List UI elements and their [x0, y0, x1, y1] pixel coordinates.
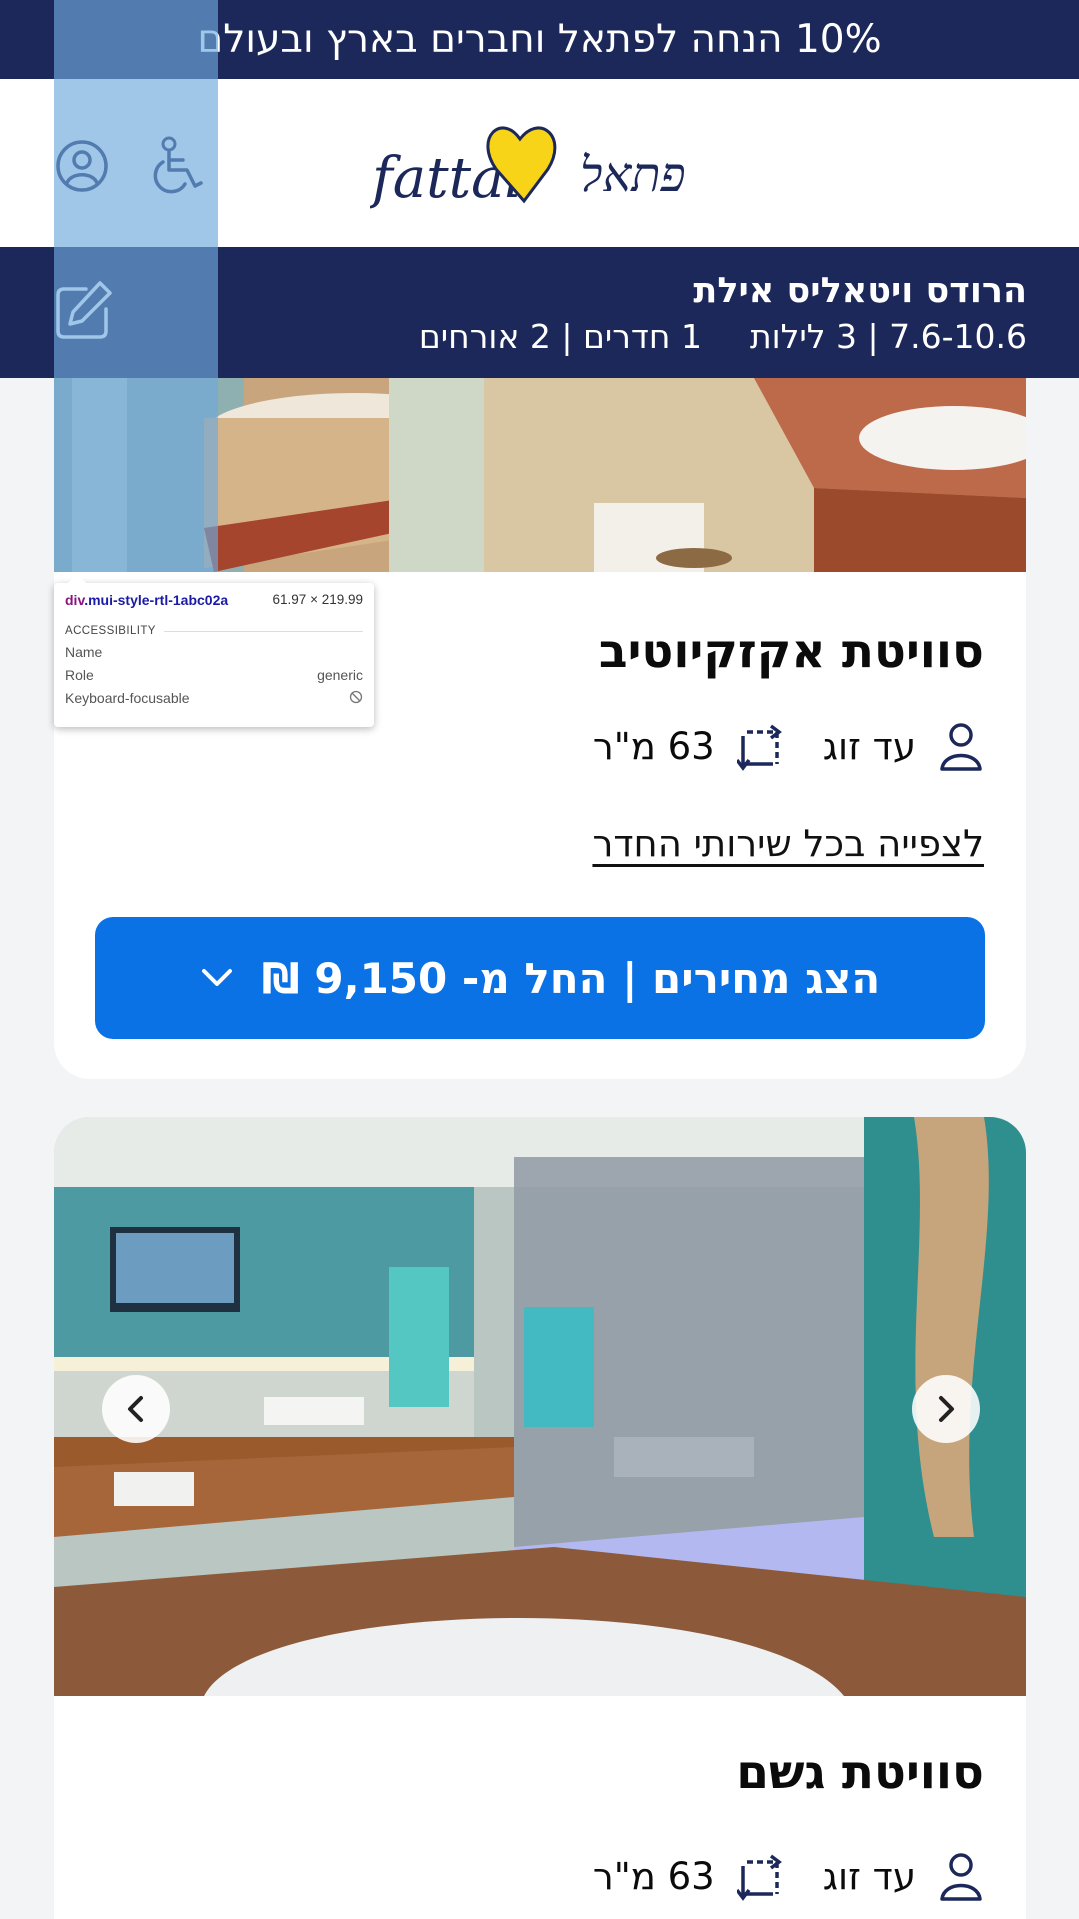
room-services-link[interactable]: לצפייה בכל שירותי החדר: [592, 822, 984, 865]
rooms-guests: 1 חדרים | 2 אורחים: [418, 317, 702, 356]
tooltip-header: div.mui-style-rtl-1abc02a 61.97 × 219.99: [65, 592, 363, 608]
not-focusable-icon: [349, 690, 363, 704]
chevron-down-icon: [201, 969, 232, 986]
accessibility-section-header: ACCESSIBILITY: [65, 625, 363, 637]
carousel-prev-button[interactable]: [102, 1375, 170, 1443]
price-button-label: הצג מחירים | החל מ- 9,150 ₪: [261, 953, 881, 1003]
occupancy-text: עד זוג: [822, 1854, 916, 1898]
room-title: סוויטת אקזקיוטיב: [598, 624, 984, 679]
room-image-rain-suite[interactable]: [54, 1117, 1026, 1696]
occupancy-icon: [940, 723, 982, 771]
room-size-icon: [736, 1854, 782, 1901]
show-prices-button[interactable]: הצג מחירים | החל מ- 9,150 ₪: [95, 917, 985, 1039]
dates-nights: 7.6-10.6 | 3 לילות: [749, 317, 1027, 356]
rain-suite-photo: [54, 1117, 1026, 1696]
room-size-text: 63 מ"ר: [592, 724, 715, 768]
room-size-text: 63 מ"ר: [592, 1854, 715, 1898]
occupancy-icon: [940, 1853, 982, 1901]
promo-text: 10% הנחה לפתאל וחברים בארץ ובעולם: [197, 17, 882, 62]
room-title: סוויטת גשם: [736, 1745, 984, 1800]
search-details: 7.6-10.6 | 3 לילות 1 חדרים | 2 אורחים: [419, 317, 1027, 356]
hotel-name: הרודס ויטאליס אילת: [693, 271, 1027, 311]
devtools-highlight-overlay: [54, 0, 218, 572]
carousel-next-button[interactable]: [912, 1375, 980, 1443]
chevron-right-icon: [939, 1396, 954, 1422]
element-size: 61.97 × 219.99: [272, 592, 363, 607]
logo-hebrew: פתאל: [580, 147, 686, 203]
tooltip-arrow: [68, 574, 86, 583]
a11y-role-row: Role generic: [65, 667, 363, 683]
devtools-inspect-tooltip: div.mui-style-rtl-1abc02a 61.97 × 219.99…: [54, 574, 374, 727]
occupancy-text: עד זוג: [822, 724, 916, 768]
room-size-icon: [736, 724, 782, 771]
element-selector: div.mui-style-rtl-1abc02a: [65, 592, 229, 608]
a11y-name-row: Name: [65, 644, 103, 660]
chevron-left-icon: [128, 1396, 143, 1422]
a11y-focusable-row: Keyboard-focusable: [65, 690, 363, 706]
fattal-logo[interactable]: fattal פתאל: [370, 119, 715, 219]
room-features: עד זוג 63 מ"ר: [593, 720, 984, 772]
room-card-rain-suite: סוויטת גשם עד זוג 63 מ"ר: [54, 1117, 1026, 1919]
room-features: עד זוג 63 מ"ר: [593, 1850, 984, 1902]
